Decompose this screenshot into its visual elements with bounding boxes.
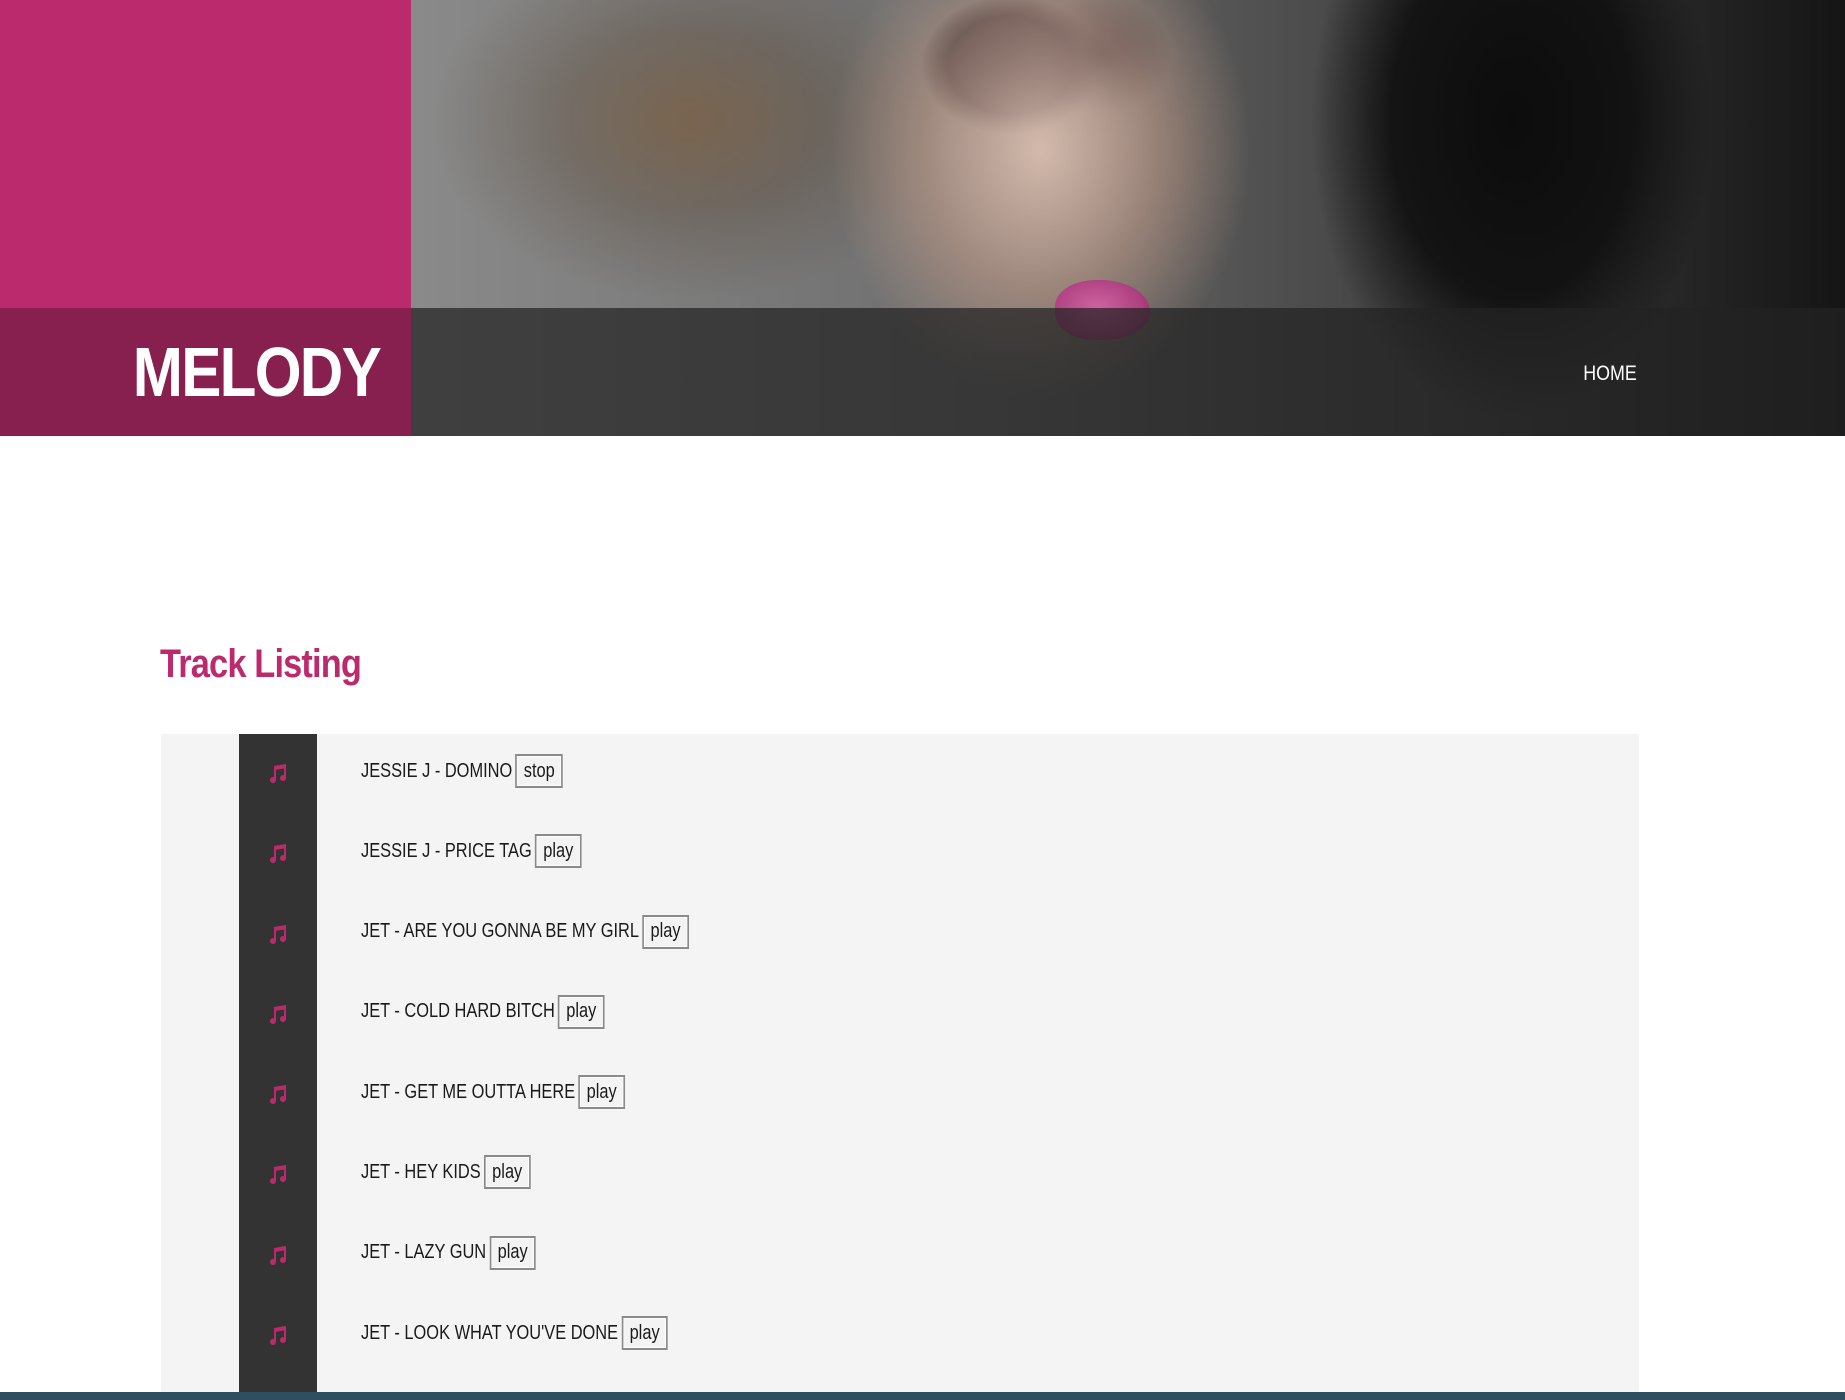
stop-button[interactable]: stop [515,754,563,788]
track-row: JESSIE J - DOMINO stop [239,734,1639,814]
site-header: MELODY HOME [0,0,1845,436]
play-button[interactable]: play [489,1235,536,1270]
track-list: JESSIE J - DOMINO stop JESSIE J - PRICE … [239,734,1639,1376]
footer-strip [0,1392,1845,1400]
track-title: JET - COLD HARD BITCH [361,1000,555,1023]
track-text: JET - HEY KIDS play [361,1153,531,1191]
music-note-icon [270,924,287,944]
brand-block [0,0,411,308]
track-text: JET - LAZY GUN play [361,1234,536,1272]
play-button[interactable]: play [621,1316,668,1351]
track-title: JET - LAZY GUN [361,1241,487,1264]
track-row: JET - LAZY GUN play [239,1216,1639,1296]
track-row: JET - LOOK WHAT YOU'VE DONE play [239,1296,1639,1376]
play-button[interactable]: play [642,914,689,949]
track-text: JET - COLD HARD BITCH play [361,993,605,1031]
music-note-icon [270,844,287,864]
track-row: JET - ARE YOU GONNA BE MY GIRL play [239,895,1639,975]
music-note-icon [270,1085,287,1105]
track-row: JET - GET ME OUTTA HERE play [239,1055,1639,1135]
music-note-icon [270,764,287,784]
track-title: JET - LOOK WHAT YOU'VE DONE [361,1321,619,1344]
track-text: JET - LOOK WHAT YOU'VE DONE play [361,1314,668,1352]
music-note-icon [270,1326,287,1346]
site-logo[interactable]: MELODY [53,308,382,436]
play-button[interactable]: play [535,834,582,869]
track-text: JESSIE J - PRICE TAG play [361,832,582,870]
music-note-icon [270,1004,287,1024]
track-title: JESSIE J - PRICE TAG [361,839,532,862]
music-note-icon [270,1245,287,1265]
play-button[interactable]: play [558,994,605,1029]
track-row: JESSIE J - PRICE TAG play [239,814,1639,894]
music-note-icon [270,1165,287,1185]
track-text: JET - GET ME OUTTA HERE play [361,1073,625,1111]
play-button[interactable]: play [483,1155,531,1190]
page-title: Track Listing [160,642,362,686]
play-button[interactable]: play [578,1075,625,1110]
track-title: JET - GET ME OUTTA HERE [361,1080,576,1103]
track-row: JET - HEY KIDS play [239,1135,1639,1215]
track-text: JET - ARE YOU GONNA BE MY GIRL play [361,913,689,951]
track-title: JET - HEY KIDS [361,1160,481,1183]
track-text: JESSIE J - DOMINO stop [361,752,563,790]
track-title: JET - ARE YOU GONNA BE MY GIRL [361,920,639,943]
nav-home-link[interactable]: HOME [1568,356,1653,392]
track-title: JESSIE J - DOMINO [361,759,513,782]
track-row: JET - COLD HARD BITCH play [239,975,1639,1055]
